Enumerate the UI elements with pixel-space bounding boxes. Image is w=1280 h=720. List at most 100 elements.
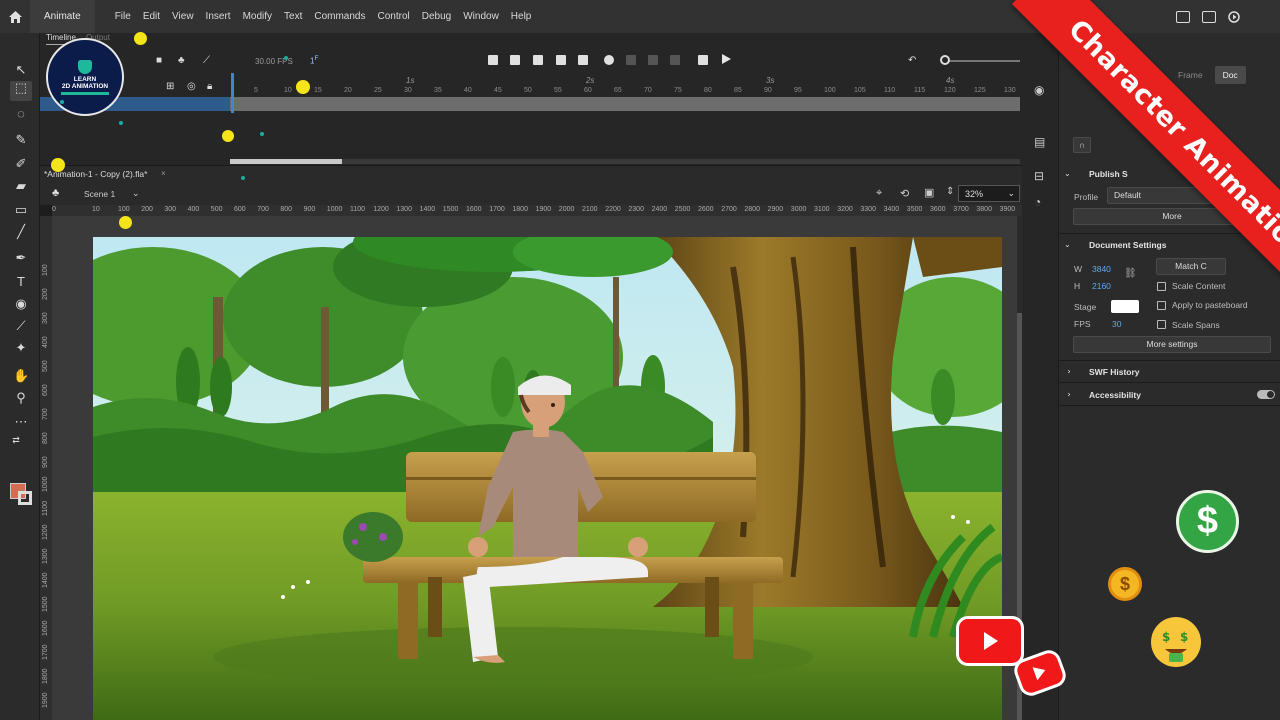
properties-icon[interactable]: ◉	[1034, 83, 1044, 97]
test-movie-icon[interactable]	[1228, 10, 1240, 23]
tab-frame[interactable]: Frame	[1170, 66, 1211, 84]
tween-icon[interactable]	[604, 55, 614, 65]
scale-content-label: Scale Content	[1172, 281, 1226, 291]
pen-tool-icon[interactable]: ✒	[13, 251, 29, 265]
menu-text[interactable]: Text	[278, 11, 308, 22]
camera-icon[interactable]: ■	[156, 55, 162, 66]
tab-doc[interactable]: Doc	[1214, 66, 1246, 84]
menu-modify[interactable]: Modify	[237, 11, 278, 22]
layer-parenting-icon[interactable]: ♣	[178, 55, 185, 66]
stage-canvas[interactable]	[93, 237, 1002, 720]
insert-keyframe-icon[interactable]	[578, 55, 588, 65]
play-button[interactable]	[722, 54, 731, 64]
publish-settings-header[interactable]: Publish S	[1089, 169, 1128, 179]
accessibility-header[interactable]: Accessibility	[1089, 390, 1141, 400]
timeline-scrollbar-thumb[interactable]	[230, 159, 342, 164]
app-tab-animate[interactable]: Animate	[30, 0, 95, 33]
align-icon[interactable]: ⊟	[1034, 169, 1044, 183]
swf-history-header[interactable]: SWF History	[1089, 367, 1140, 377]
graph-icon[interactable]: ⟋	[203, 55, 210, 66]
close-icon[interactable]: ×	[161, 169, 166, 178]
stage-color-swatch[interactable]	[1111, 300, 1139, 313]
menu-commands[interactable]: Commands	[308, 11, 371, 22]
new-layer-icon[interactable]: ⊞	[166, 81, 174, 92]
menu-help[interactable]: Help	[505, 11, 538, 22]
screen-mode-icon[interactable]	[1202, 10, 1216, 23]
chevron-right-icon[interactable]: ⌄	[1063, 391, 1072, 398]
show-hide-icon[interactable]: ◎	[187, 81, 196, 92]
onion-skin-icon[interactable]	[533, 55, 543, 65]
scale-content-checkbox[interactable]	[1157, 282, 1166, 291]
chevron-down-icon[interactable]: ⌄	[132, 188, 140, 199]
menu-control[interactable]: Control	[372, 11, 416, 22]
library-icon[interactable]: ▤	[1034, 135, 1045, 149]
line-tool-icon[interactable]: ╱	[13, 225, 29, 239]
motion-presets-icon[interactable]: ◔	[1034, 195, 1041, 209]
menu-view[interactable]: View	[166, 11, 200, 22]
fps-value[interactable]: 30	[1112, 319, 1121, 329]
paint-bucket-tool-icon[interactable]: ◉	[13, 297, 29, 311]
playhead[interactable]	[231, 73, 234, 113]
text-tool-icon[interactable]: T	[13, 275, 29, 289]
chevron-down-icon[interactable]: ⌄	[1064, 169, 1071, 178]
chevron-right-icon[interactable]: ⌄	[1063, 368, 1072, 375]
frame-number: 105	[854, 87, 866, 94]
undo-icon[interactable]: ↶	[908, 55, 916, 66]
center-stage-icon[interactable]: ⌖	[876, 187, 882, 200]
play-icon	[1032, 663, 1048, 681]
rotate-stage-icon[interactable]: ⟲	[900, 187, 909, 200]
frame-ruler[interactable]: 5 10 15 20 25 30 35 40 45 50 55 60 65 70 75 80 85 90 95 100…	[230, 73, 1020, 97]
frame-size-slider[interactable]	[945, 60, 1020, 62]
snap-magnet-button[interactable]: ∩	[1073, 137, 1091, 153]
pin-tool-icon[interactable]: ✦	[13, 341, 29, 355]
clip-content-icon[interactable]: ▣	[924, 186, 934, 199]
brush-tool-icon[interactable]: ✐	[13, 157, 29, 171]
previous-frame-icon	[670, 55, 680, 65]
timeline-scrollbar[interactable]	[230, 159, 1020, 164]
menu-debug[interactable]: Debug	[416, 11, 457, 22]
ruler-number: 2400	[651, 206, 668, 213]
chevron-down-icon[interactable]: ⌄	[1064, 240, 1071, 249]
rectangle-tool-icon[interactable]: ▭	[13, 203, 29, 217]
height-value[interactable]: 2160	[1092, 281, 1111, 291]
lasso-tool-icon[interactable]: ◌	[13, 107, 29, 121]
ruler-number: 1700	[489, 206, 505, 213]
eyedropper-tool-icon[interactable]: ⟋	[13, 319, 29, 333]
width-value[interactable]: 3840	[1092, 264, 1111, 274]
loop-icon[interactable]	[698, 55, 708, 65]
more-tools-icon[interactable]: ⋯	[13, 415, 29, 429]
share-icon[interactable]	[1176, 10, 1190, 23]
layer-frames-track[interactable]	[230, 97, 1020, 111]
scale-spans-checkbox[interactable]	[1157, 320, 1166, 329]
frame-size-slider-knob[interactable]	[940, 55, 950, 65]
edit-multiple-frames-icon[interactable]	[556, 55, 566, 65]
free-transform-tool-icon[interactable]: ⬚	[10, 81, 32, 101]
lock-icon[interactable]: 🔒︎	[207, 81, 212, 92]
zoom-select[interactable]: 32% ⌄	[958, 185, 1020, 202]
link-icon[interactable]: ⛓	[1124, 268, 1137, 279]
menu-insert[interactable]: Insert	[200, 11, 237, 22]
menu-edit[interactable]: Edit	[137, 11, 166, 22]
menu-file[interactable]: File	[109, 11, 137, 22]
swap-colors-icon[interactable]: ⇄	[8, 433, 24, 447]
selection-tool-icon[interactable]: ↖	[13, 63, 29, 77]
zoom-stepper-icon[interactable]: ⇕	[946, 186, 954, 197]
vertical-ruler: 100 200 300 400 500 600 700 800 900 1000 1100 1200 1…	[40, 216, 52, 720]
more-settings-button[interactable]: More settings	[1073, 336, 1271, 353]
home-button[interactable]	[0, 0, 30, 33]
scene-selector[interactable]: Scene 1	[84, 189, 115, 199]
zoom-tool-icon[interactable]: ⚲	[13, 391, 29, 405]
ruler-number: 3100	[814, 206, 830, 213]
frame-readout[interactable]: 1F	[310, 55, 319, 66]
fluid-brush-tool-icon[interactable]: ✎	[13, 133, 29, 147]
accessibility-toggle[interactable]	[1257, 390, 1275, 399]
center-frame-icon[interactable]	[510, 55, 520, 65]
hand-tool-icon[interactable]: ✋	[13, 369, 29, 383]
match-contents-button[interactable]: Match C	[1156, 258, 1226, 275]
snap-icon[interactable]	[488, 55, 498, 65]
eraser-tool-icon[interactable]: ▰	[13, 179, 29, 193]
apply-pasteboard-checkbox[interactable]	[1157, 301, 1166, 310]
document-settings-header[interactable]: Document Settings	[1089, 240, 1166, 250]
stroke-color-swatch[interactable]	[18, 491, 32, 505]
menu-window[interactable]: Window	[457, 11, 505, 22]
